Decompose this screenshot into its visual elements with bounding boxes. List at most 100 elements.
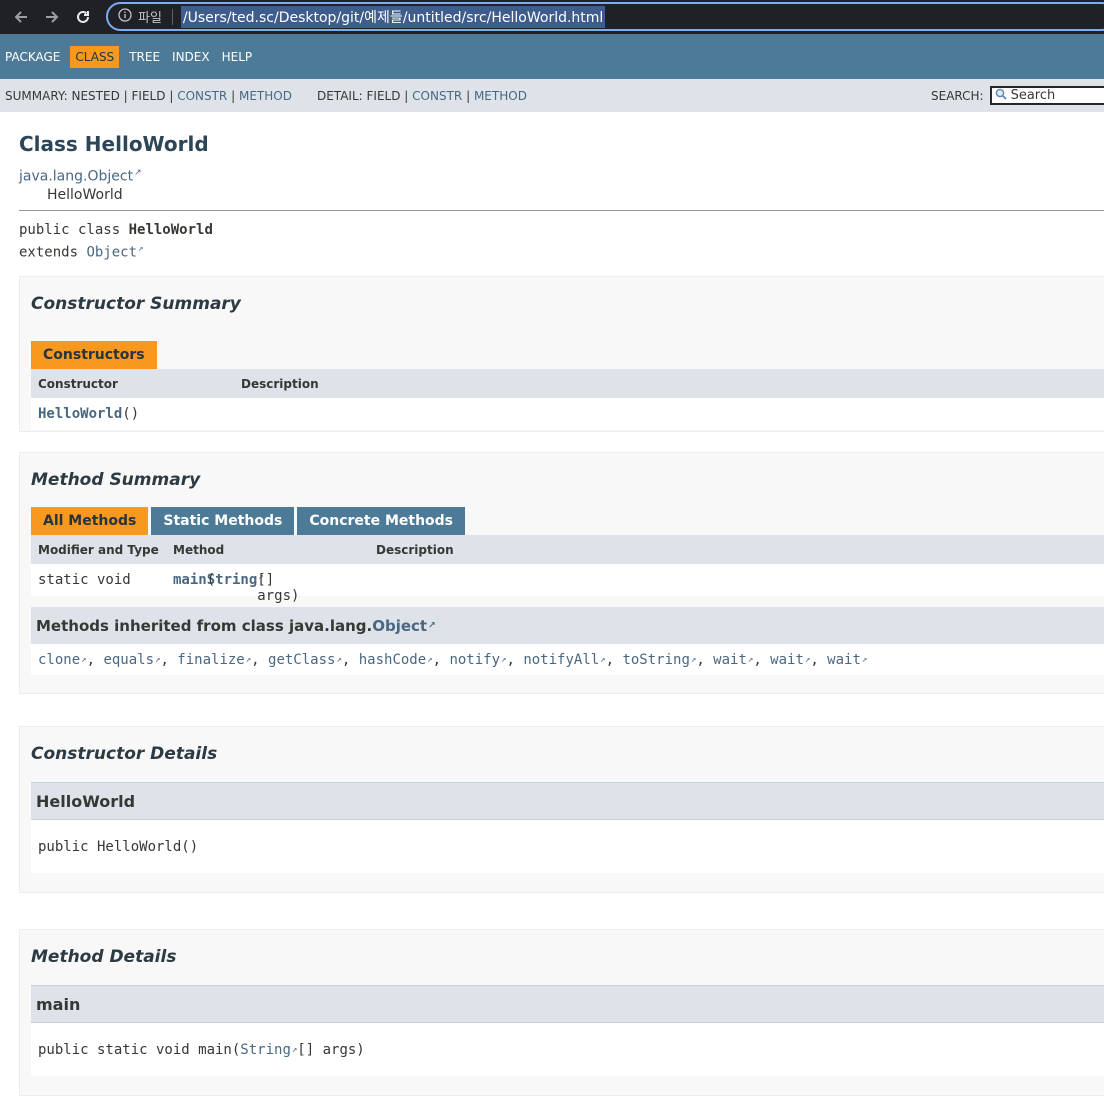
summary-links: SUMMARY: NESTED | FIELD | CONSTR | METHO… xyxy=(5,89,292,103)
inherited-method-link[interactable]: wait xyxy=(827,652,861,668)
forward-arrow-icon[interactable] xyxy=(41,6,63,28)
comma-separator: , xyxy=(605,651,623,668)
method-summary-heading: Method Summary xyxy=(31,470,201,491)
col-method: Method xyxy=(173,542,225,557)
constructor-tabs: Constructors xyxy=(31,341,1104,370)
col-modifier: Modifier and Type xyxy=(38,542,159,557)
divider xyxy=(19,209,1104,211)
url-text[interactable]: /Users/ted.sc/Desktop/git/예제들/untitled/s… xyxy=(180,5,606,28)
table-row: static void main(String ↗[] args) xyxy=(31,564,1104,604)
search-input[interactable]: Search xyxy=(989,86,1104,105)
detail-method-link[interactable]: METHOD xyxy=(474,89,527,103)
comma-separator: , xyxy=(160,651,178,668)
inherited-method-link[interactable]: getClass xyxy=(268,652,335,668)
external-link-icon: ↗ xyxy=(134,168,142,178)
search-area: SEARCH: Search xyxy=(931,86,1104,105)
search-icon xyxy=(995,88,1007,104)
tab-static-methods[interactable]: Static Methods xyxy=(151,507,295,536)
inherited-methods-heading: Methods inherited from class java.lang. O… xyxy=(31,607,1104,645)
reload-icon[interactable] xyxy=(72,6,94,28)
comma-separator: , xyxy=(432,651,450,668)
method-sig-suffix: [] args) xyxy=(297,1041,365,1058)
comma-separator: , xyxy=(251,651,269,668)
comma-separator: , xyxy=(341,651,359,668)
page-title: Class HelloWorld xyxy=(19,132,209,156)
col-constructor: Constructor xyxy=(38,376,118,391)
method-main-link[interactable]: main xyxy=(173,572,207,588)
separator: | xyxy=(231,88,236,103)
summary-nested: NESTED xyxy=(71,88,120,103)
constructor-table-header: Constructor Description xyxy=(31,369,1104,399)
signature-class-name: HelloWorld xyxy=(128,221,213,238)
col-description: Description xyxy=(376,542,454,557)
inherited-methods-list: clone ↗, equals ↗, finalize ↗, getClass ↗, h… xyxy=(31,644,1104,676)
separator: | xyxy=(466,88,471,103)
detail-label: DETAIL: xyxy=(316,88,363,103)
info-icon[interactable] xyxy=(118,7,132,26)
inherited-method-link[interactable]: wait xyxy=(770,652,804,668)
parent-class-link[interactable]: java.lang.Object xyxy=(19,169,133,185)
inherited-method-link[interactable]: notify xyxy=(449,652,500,668)
current-class: HelloWorld xyxy=(47,186,123,203)
inherited-method-link[interactable]: finalize xyxy=(177,652,244,668)
nav-help[interactable]: HELP xyxy=(222,46,253,68)
separator: | xyxy=(404,88,409,103)
external-link-icon: ↗ xyxy=(138,243,144,254)
method-details-heading: Method Details xyxy=(31,947,177,968)
method-sig-prefix: public static void main( xyxy=(38,1041,241,1058)
comma-separator: , xyxy=(86,651,104,668)
summary-label: SUMMARY: xyxy=(5,88,68,103)
summary-field: FIELD xyxy=(131,88,166,103)
method-detail-signature: public static void main(String ↗[] args) xyxy=(31,1023,1104,1077)
extends-object-link[interactable]: Object xyxy=(86,244,137,260)
nav-package[interactable]: PACKAGE xyxy=(5,46,60,68)
inherited-method-link[interactable]: equals xyxy=(103,652,154,668)
nav-tree[interactable]: TREE xyxy=(129,46,160,68)
search-placeholder: Search xyxy=(1010,88,1056,103)
browser-toolbar: 파일 /Users/ted.sc/Desktop/git/예제들/untitle… xyxy=(0,0,1104,34)
comma-separator: , xyxy=(810,651,828,668)
constructor-summary-section: Constructor Summary Constructors Constru… xyxy=(19,276,1104,433)
tab-all-methods[interactable]: All Methods xyxy=(31,507,149,536)
summary-constr-link[interactable]: CONSTR xyxy=(177,89,227,103)
separator: | xyxy=(169,88,174,103)
constructor-details-heading: Constructor Details xyxy=(31,744,218,765)
separator: | xyxy=(123,88,128,103)
constructor-summary-heading: Constructor Summary xyxy=(31,294,241,315)
address-bar[interactable]: 파일 /Users/ted.sc/Desktop/git/예제들/untitle… xyxy=(106,2,1104,31)
table-row: HelloWorld() xyxy=(31,398,1104,431)
tab-constructors[interactable]: Constructors xyxy=(31,341,157,370)
detail-field: FIELD xyxy=(366,88,401,103)
method-table-header: Modifier and Type Method Description xyxy=(31,535,1104,565)
method-summary-section: Method Summary All Methods Static Method… xyxy=(19,452,1104,695)
detail-links: DETAIL: FIELD | CONSTR | METHOD xyxy=(317,89,527,103)
signature-modifiers: public class xyxy=(19,221,121,238)
constructor-link[interactable]: HelloWorld xyxy=(38,406,122,422)
method-params: [] args) xyxy=(257,572,300,605)
inherited-method-link[interactable]: toString xyxy=(622,652,689,668)
back-arrow-icon[interactable] xyxy=(10,6,32,28)
nav-class: CLASS xyxy=(70,45,120,68)
tab-concrete-methods[interactable]: Concrete Methods xyxy=(297,507,466,536)
address-separator xyxy=(171,8,173,25)
detail-constr-link[interactable]: CONSTR xyxy=(412,89,462,103)
external-link-icon: ↗ xyxy=(428,620,436,631)
nav-index[interactable]: INDEX xyxy=(172,46,210,68)
comma-separator: , xyxy=(506,651,524,668)
col-description: Description xyxy=(241,376,319,391)
top-navbar: PACKAGE CLASS TREE INDEX HELP xyxy=(0,34,1104,79)
inherited-method-link[interactable]: notifyAll xyxy=(523,652,599,668)
inherited-object-link[interactable]: Object xyxy=(372,617,427,635)
comma-separator: , xyxy=(753,651,771,668)
constructor-details-section: Constructor Details HelloWorld public He… xyxy=(19,726,1104,894)
comma-separator: , xyxy=(696,651,714,668)
inherited-method-link[interactable]: clone xyxy=(38,652,80,668)
method-tabs: All Methods Static Methods Concrete Meth… xyxy=(31,507,1104,536)
summary-method-link[interactable]: METHOD xyxy=(239,89,292,103)
inherited-method-link[interactable]: hashCode xyxy=(359,652,426,668)
external-link-icon: ↗ xyxy=(861,654,868,665)
search-label: SEARCH: xyxy=(931,88,984,103)
inherited-method-link[interactable]: wait xyxy=(713,652,747,668)
method-details-section: Method Details main public static void m… xyxy=(19,929,1104,1096)
string-type-link[interactable]: String xyxy=(240,1042,291,1058)
